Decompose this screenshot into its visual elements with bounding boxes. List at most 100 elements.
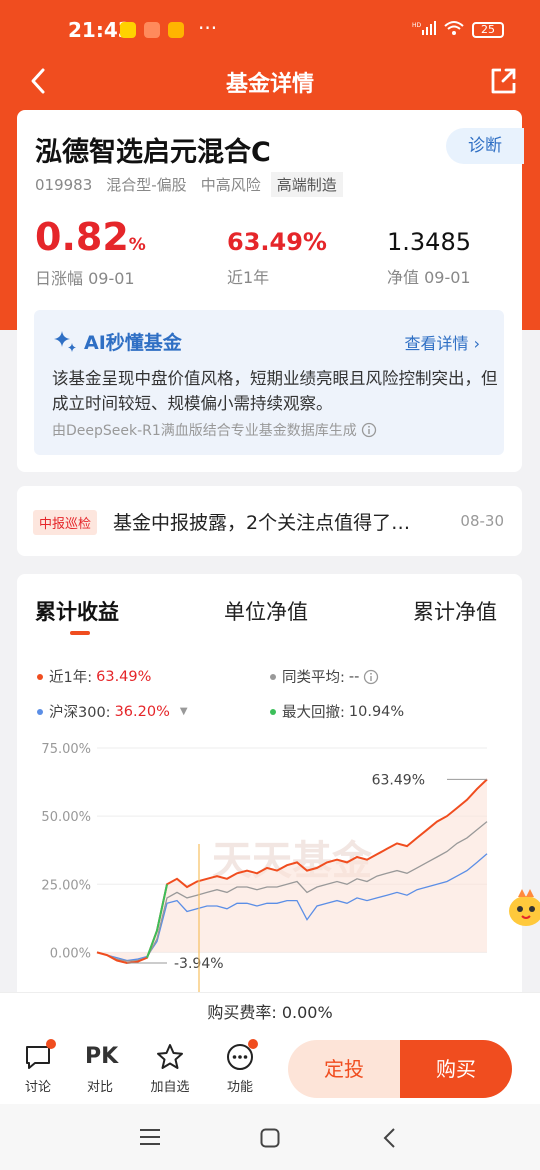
- page-title: 基金详情: [225, 72, 314, 97]
- legend-peer: 同类平均: --: [270, 666, 379, 687]
- fund-summary-card: 泓德智选启元混合C 诊断 019983 混合型-偏股 中高风险 高端制造 0.8…: [17, 110, 524, 472]
- discuss-label: 讨论: [24, 1080, 51, 1095]
- ai-footer-text: 由DeepSeek-R1满血版结合专业基金数据库生成: [52, 423, 357, 439]
- legend-dot: [37, 673, 43, 680]
- menu-icon[interactable]: [140, 1128, 160, 1146]
- system-navigation-bar: [0, 1104, 540, 1170]
- functions-label: 功能: [226, 1080, 253, 1095]
- status-bar: 21:43 ··· HD 25: [0, 0, 540, 58]
- legend-fund-value: 63.49%: [96, 668, 152, 685]
- legend-dot: [37, 708, 43, 715]
- tab-cumulative-return[interactable]: 累计收益: [35, 596, 119, 626]
- nav-bar: 基金详情: [0, 58, 540, 110]
- ai-more-label: 查看详情: [404, 334, 469, 353]
- report-date: 08-30: [460, 512, 504, 530]
- year-return-value: 63.49%: [227, 228, 327, 256]
- tab-unit-nav[interactable]: 单位净值: [224, 596, 308, 626]
- legend-fund: 近1年: 63.49%: [37, 666, 151, 687]
- legend-peer-value: --: [348, 668, 360, 685]
- svg-text:HD: HD: [412, 22, 422, 29]
- report-card[interactable]: 中报巡检 基金中报披露，2个关注点值得了… 08-30: [17, 486, 522, 556]
- y-tick-label: 0.00%: [50, 946, 91, 961]
- fund-type: 混合型-偏股: [106, 176, 187, 194]
- return-chart[interactable]: 天天基金75.00%50.00%25.00%0.00%63.49%-3.94%: [17, 734, 522, 994]
- caret-down-icon: ▼: [179, 706, 188, 717]
- report-tag: 中报巡检: [33, 510, 98, 535]
- daily-change-unit: %: [128, 235, 146, 255]
- active-tab-indicator: [70, 631, 90, 635]
- year-return-label: 近1年: [227, 268, 270, 287]
- sip-button[interactable]: 定投: [288, 1040, 400, 1098]
- ai-title: AI秒懂基金: [52, 328, 182, 355]
- more-functions-icon: [225, 1039, 258, 1072]
- more-notifications-icon: ···: [198, 16, 218, 40]
- legend-index-label: 沪深300:: [49, 705, 111, 721]
- ai-summary-box[interactable]: AI秒懂基金 查看详情 › 该基金呈现中盘价值风格，短期业绩亮眼且风险控制突出，…: [34, 310, 504, 455]
- chat-icon: [23, 1039, 56, 1072]
- signal-icon: HD: [412, 21, 436, 38]
- daily-change-label: 日涨幅 09-01: [35, 269, 135, 288]
- favorite-label: 加自选: [150, 1080, 190, 1095]
- y-tick-label: 75.00%: [41, 742, 91, 757]
- legend-drawdown-label: 最大回撤:: [282, 705, 345, 721]
- max-annotation-label: 63.49%: [372, 772, 425, 788]
- share-icon[interactable]: [488, 66, 518, 96]
- purchase-fee-bar: 购买费率: 0.00%: [0, 992, 540, 1034]
- app-notification-icon: [168, 22, 184, 38]
- nav-metric: 1.3485 净值 09-01: [387, 228, 471, 288]
- fund-risk: 中高风险: [200, 176, 261, 194]
- ai-more-link[interactable]: 查看详情 ›: [404, 330, 480, 354]
- ai-title-text: AI秒懂基金: [84, 332, 182, 354]
- y-tick-label: 25.00%: [41, 878, 91, 893]
- wifi-icon: [444, 20, 464, 39]
- sparkle-icon: [54, 330, 76, 352]
- home-icon[interactable]: [260, 1128, 280, 1148]
- battery-icon: 25: [472, 21, 504, 38]
- daily-change-value: 0.82: [35, 215, 129, 259]
- app-notification-icon: [144, 22, 160, 38]
- legend-fund-label: 近1年:: [49, 670, 93, 686]
- diagnose-button[interactable]: 诊断: [446, 128, 524, 164]
- daily-change-metric: 0.82% 日涨幅 09-01: [35, 215, 146, 289]
- legend-index-value: 36.20%: [114, 703, 170, 720]
- mascot-icon[interactable]: [506, 885, 540, 931]
- fee-label: 购买费率:: [207, 1003, 277, 1022]
- y-tick-label: 50.00%: [41, 810, 91, 825]
- bottom-action-bar: 讨论 PK 对比 加自选 功能 定投 购买: [0, 1034, 540, 1104]
- year-return-metric: 63.49% 近1年: [227, 228, 327, 288]
- functions-button[interactable]: 功能: [215, 1039, 265, 1095]
- fund-tags: 019983 混合型-偏股 中高风险 高端制造: [35, 172, 343, 197]
- star-icon: [155, 1042, 185, 1072]
- ai-summary-text: 该基金呈现中盘价值风格，短期业绩亮眼且风险控制突出，但成立时间较短、规模偏小需持…: [52, 369, 498, 413]
- performance-card: 累计收益 单位净值 累计净值 近1年: 63.49% 同类平均: -- 沪深300:…: [17, 574, 522, 1014]
- legend-drawdown-value: 10.94%: [348, 703, 405, 720]
- info-icon[interactable]: [361, 422, 377, 438]
- compare-button[interactable]: PK 对比: [75, 1042, 125, 1095]
- legend-peer-label: 同类平均:: [282, 670, 345, 686]
- discuss-button[interactable]: 讨论: [13, 1039, 63, 1095]
- fund-theme-tag[interactable]: 高端制造: [270, 172, 343, 197]
- chevron-right-icon: ›: [473, 334, 480, 353]
- tab-cumulative-nav[interactable]: 累计净值: [413, 596, 497, 626]
- fund-code: 019983: [35, 175, 93, 194]
- legend-drawdown: 最大回撤: 10.94%: [270, 701, 404, 722]
- info-icon[interactable]: [363, 669, 379, 685]
- legend-dot: [270, 708, 276, 715]
- notification-badge: [248, 1039, 258, 1049]
- fee-value: 0.00%: [281, 1003, 333, 1022]
- legend-index[interactable]: 沪深300: 36.20% ▼: [37, 701, 188, 722]
- back-nav-icon[interactable]: [382, 1127, 396, 1149]
- app-notification-icon: [120, 22, 136, 38]
- report-title: 基金中报披露，2个关注点值得了…: [113, 512, 411, 534]
- pk-icon: PK: [85, 1044, 119, 1069]
- notification-badge: [46, 1039, 56, 1049]
- favorite-button[interactable]: 加自选: [145, 1042, 195, 1095]
- compare-label: 对比: [86, 1080, 113, 1095]
- buy-button[interactable]: 购买: [400, 1040, 512, 1098]
- fund-name: 泓德智选启元混合C: [35, 137, 271, 168]
- ai-footer: 由DeepSeek-R1满血版结合专业基金数据库生成: [52, 420, 377, 440]
- nav-value: 1.3485: [387, 228, 471, 256]
- legend-dot: [270, 673, 276, 680]
- status-indicators: HD 25: [412, 20, 504, 39]
- nav-label: 净值 09-01: [387, 268, 471, 287]
